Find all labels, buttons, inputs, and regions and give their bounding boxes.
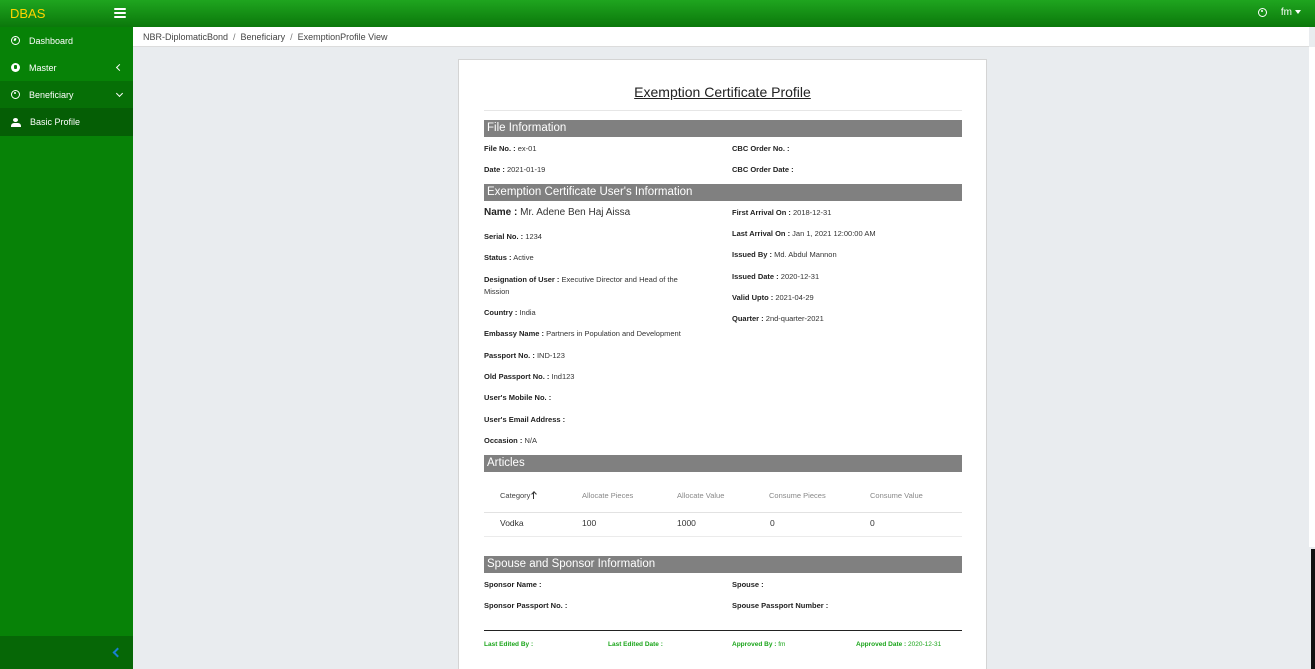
country-field: Country : India: [484, 308, 536, 317]
table-cell-category: Vodka: [500, 518, 524, 528]
mobile-no-field: User's Mobile No. :: [484, 393, 552, 402]
table-cell-allocate-value: 1000: [677, 518, 696, 528]
table-cell-consume-pieces: 0: [770, 518, 775, 528]
sort-ascending-icon[interactable]: [531, 491, 537, 499]
user-circle-icon: [1257, 8, 1267, 17]
column-header-consume-value[interactable]: Consume Value: [870, 491, 923, 500]
name-field: Name : Mr. Adene Ben Haj Aissa: [484, 207, 631, 218]
approved-by: Approved By : fm: [732, 641, 786, 648]
users-icon: [11, 117, 21, 127]
sidebar-item-label: Master: [29, 62, 57, 73]
divider: [484, 630, 962, 631]
brand-logo[interactable]: DBAS: [10, 6, 45, 21]
master-icon: [11, 63, 20, 72]
date-field: Date : 2021-01-19: [484, 165, 546, 174]
column-header-category[interactable]: Category: [500, 491, 537, 500]
sidebar-item-label: Beneficiary: [29, 89, 74, 100]
chevron-left-icon: [115, 63, 124, 72]
sponsor-passport-field: Sponsor Passport No. :: [484, 601, 568, 610]
chevron-down-icon: [115, 89, 124, 98]
sidebar-item-dashboard[interactable]: Dashboard: [0, 27, 133, 54]
table-cell-consume-value: 0: [870, 518, 875, 528]
page-title: Exemption Certificate Profile: [634, 84, 811, 100]
sidebar-collapse-button[interactable]: [0, 636, 133, 669]
quarter-field: Quarter : 2nd-quarter-2021: [732, 314, 824, 323]
issued-by-field: Issued By : Md. Abdul Mannon: [732, 250, 837, 259]
chevron-left-icon: [112, 647, 123, 658]
designation-field: Designation of User : Executive Director…: [484, 275, 678, 296]
menu-toggle-icon[interactable]: [114, 8, 126, 18]
cbc-order-no-field: CBC Order No. :: [732, 144, 790, 153]
passport-no-field: Passport No. : IND-123: [484, 351, 565, 360]
column-header-allocate-value[interactable]: Allocate Value: [677, 491, 724, 500]
status-field: Status : Active: [484, 253, 534, 262]
column-header-allocate-pieces[interactable]: Allocate Pieces: [582, 491, 633, 500]
user-name: fm: [1281, 7, 1301, 18]
table-cell-allocate-pieces: 100: [582, 518, 597, 528]
section-header-articles: Articles: [484, 455, 962, 472]
table-divider: [484, 536, 962, 537]
breadcrumb-separator: /: [290, 32, 293, 42]
divider: [484, 110, 962, 111]
column-header-consume-pieces[interactable]: Consume Pieces: [769, 491, 826, 500]
top-navbar: DBAS fm: [0, 0, 1315, 27]
spouse-field: Spouse :: [732, 580, 764, 589]
user-menu[interactable]: fm: [1257, 7, 1301, 18]
breadcrumb-separator: /: [233, 32, 236, 42]
file-no-field: File No. : ex-01: [484, 144, 537, 153]
section-header-spouse: Spouse and Sponsor Information: [484, 556, 962, 573]
sidebar-item-beneficiary[interactable]: Beneficiary: [0, 81, 133, 108]
spouse-passport-field: Spouse Passport Number :: [732, 601, 829, 610]
breadcrumb-item[interactable]: Beneficiary: [241, 32, 286, 42]
last-edited-by: Last Edited By :: [484, 641, 534, 648]
embassy-name-field: Embassy Name : Partners in Population an…: [484, 329, 681, 338]
scrollbar-thumb[interactable]: [1311, 549, 1315, 669]
occasion-field: Occasion : N/A: [484, 436, 537, 445]
serial-no-field: Serial No. : 1234: [484, 232, 542, 241]
valid-upto-field: Valid Upto : 2021-04-29: [732, 293, 814, 302]
dashboard-icon: [11, 36, 20, 45]
issued-date-field: Issued Date : 2020-12-31: [732, 272, 820, 281]
old-passport-no-field: Old Passport No. : Ind123: [484, 372, 575, 381]
sidebar-item-label: Dashboard: [29, 35, 74, 46]
approved-date: Approved Date : 2020-12-31: [856, 641, 942, 648]
exemption-profile-card: Exemption Certificate Profile File Infor…: [458, 59, 987, 669]
breadcrumb-item[interactable]: NBR-DiplomaticBond: [143, 32, 228, 42]
first-arrival-field: First Arrival On : 2018-12-31: [732, 208, 832, 217]
scrollbar-track[interactable]: [1309, 47, 1315, 547]
sidebar: Dashboard Master Beneficiary Basic Profi…: [0, 27, 133, 669]
table-divider: [484, 512, 962, 513]
sponsor-name-field: Sponsor Name :: [484, 580, 542, 589]
last-edited-date: Last Edited Date :: [608, 641, 663, 648]
breadcrumb: NBR-DiplomaticBond / Beneficiary / Exemption…: [133, 27, 1309, 47]
sidebar-item-label: Basic Profile: [30, 117, 81, 127]
user-circle-icon: [11, 90, 20, 99]
breadcrumb-current: ExemptionProfile View: [297, 32, 388, 42]
section-header-user: Exemption Certificate User's Information: [484, 184, 962, 201]
sidebar-item-master[interactable]: Master: [0, 54, 133, 81]
chevron-down-icon: [1295, 10, 1301, 15]
email-address-field: User's Email Address :: [484, 415, 566, 424]
last-arrival-field: Last Arrival On : Jan 1, 2021 12:00:00 A…: [732, 229, 876, 238]
section-header-file: File Information: [484, 120, 962, 137]
cbc-order-date-field: CBC Order Date :: [732, 165, 794, 174]
sidebar-item-basic-profile[interactable]: Basic Profile: [0, 108, 133, 136]
